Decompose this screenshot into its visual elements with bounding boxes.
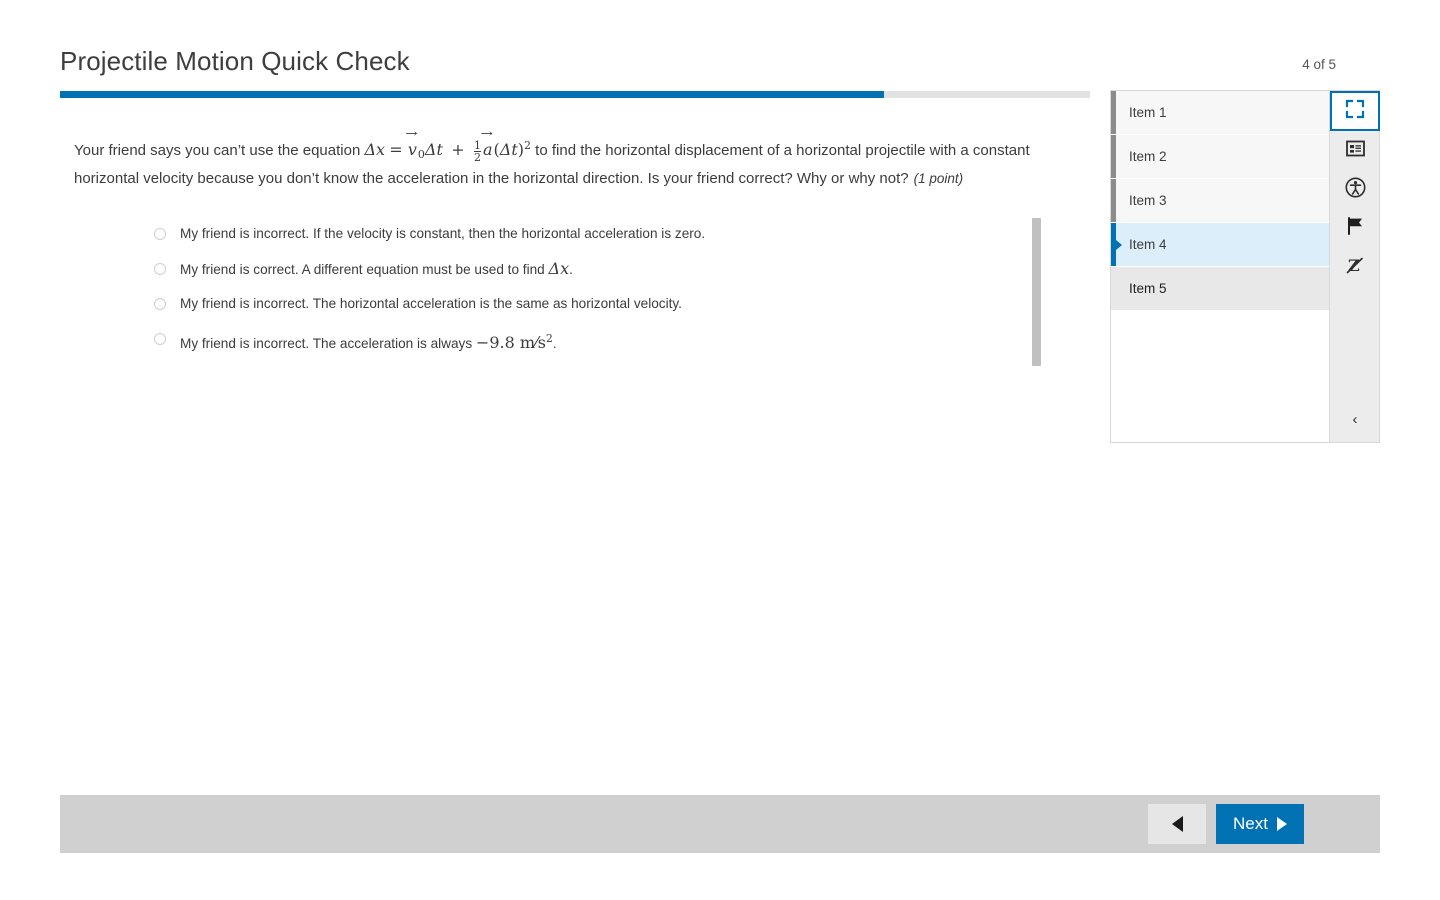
notes-icon [1345,139,1365,163]
item-list-panel: Item 1 Item 2 Item 3 Item 4 Item 5 [1110,90,1330,443]
collapse-panel-button[interactable]: ‹ [1330,402,1380,436]
answer-options: My friend is incorrect. If the velocity … [74,224,1034,364]
item-list-row-3[interactable]: Item 3 [1111,179,1329,223]
current-item-marker [1111,223,1122,266]
triangle-right-icon [1277,817,1287,831]
answer-option-2[interactable]: My friend is correct. A different equati… [74,259,1034,294]
radio-button-2[interactable] [154,263,166,275]
answer-option-4[interactable]: My friend is incorrect. The acceleration… [74,329,1034,364]
chevron-left-icon: ‹ [1352,410,1358,428]
progress-bar-fill [60,91,884,98]
item-status-marker [1111,179,1116,222]
answer-option-2-math: Δx [548,259,570,278]
item-list-label-4: Item 4 [1129,237,1167,252]
item-list-label-2: Item 2 [1129,149,1167,164]
fullscreen-icon [1345,99,1365,124]
previous-button[interactable] [1148,804,1206,844]
radio-button-1[interactable] [154,228,166,240]
content-scrollbar-thumb[interactable] [1032,218,1041,366]
accessibility-button[interactable] [1330,170,1380,209]
answer-option-1[interactable]: My friend is incorrect. If the velocity … [74,224,1034,259]
footer-navigation-bar: Next [60,795,1380,853]
answer-option-3[interactable]: My friend is incorrect. The horizontal a… [74,294,1034,329]
item-list-row-5[interactable]: Item 5 [1111,267,1329,311]
answer-option-4-text-after: . [552,336,557,351]
question-equation: Δx = → v0Δt + 1 2 → a(Δt)2 [364,127,532,164]
item-status-marker [1111,267,1116,310]
item-status-marker [1111,91,1116,134]
item-list-label-5: Item 5 [1129,281,1167,296]
answer-option-2-text-after: . [569,262,573,277]
radio-button-4[interactable] [154,333,166,345]
answer-option-1-label: My friend is incorrect. If the velocity … [180,226,706,241]
item-list-row-4[interactable]: Item 4 [1111,223,1329,267]
item-list-row-1[interactable]: Item 1 [1111,91,1329,135]
triangle-left-icon [1171,816,1183,832]
question-pane: Your friend says you can’t use the equat… [60,112,1050,392]
item-counter: 4 of 5 [1302,57,1336,72]
item-list-label-3: Item 3 [1129,193,1167,208]
answer-option-3-label: My friend is incorrect. The horizontal a… [180,296,682,311]
fullscreen-button[interactable] [1330,91,1380,131]
item-list-label-1: Item 1 [1129,105,1167,120]
points-label: (1 point) [913,170,964,186]
page-title: Projectile Motion Quick Check [60,46,410,76]
item-status-marker [1111,135,1116,178]
progress-bar-track [60,91,1090,98]
answer-option-2-label: My friend is correct. A different equati… [180,259,573,280]
answer-option-4-text-before: My friend is incorrect. The acceleration… [180,336,476,351]
notes-button[interactable] [1330,131,1380,170]
flag-button[interactable] [1330,209,1380,248]
disable-z-button[interactable]: Z [1330,248,1380,287]
flag-icon [1345,216,1365,241]
tool-rail: Z ‹ [1330,90,1380,443]
answer-option-4-label: My friend is incorrect. The acceleration… [180,329,557,354]
question-stem: Your friend says you can’t use the equat… [74,127,1042,190]
no-sleep-icon: Z [1344,254,1366,281]
accessibility-icon [1345,177,1366,203]
next-button[interactable]: Next [1216,804,1304,844]
answer-option-2-text-before: My friend is correct. A different equati… [180,262,549,277]
item-list-row-2[interactable]: Item 2 [1111,135,1329,179]
radio-button-3[interactable] [154,298,166,310]
answer-option-4-math-exponent: 2 [545,332,553,345]
next-button-label: Next [1233,814,1268,833]
question-text-before: Your friend says you can’t use the equat… [74,142,365,159]
answer-option-4-math: −9.8 m⁄s [475,333,546,352]
